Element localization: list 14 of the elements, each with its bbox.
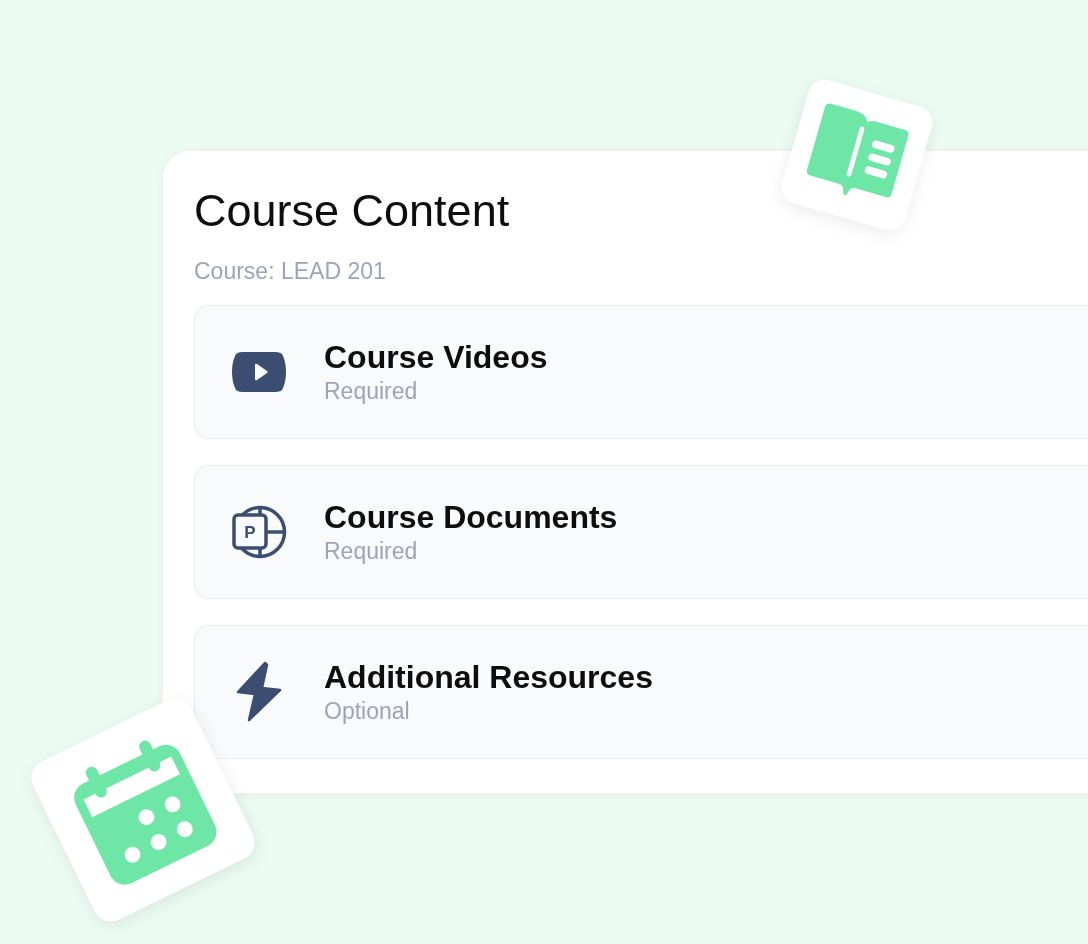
content-section-item[interactable]: Course Videos Required [194,305,1088,439]
section-title: Course Documents [324,501,618,533]
section-status: Optional [324,700,411,723]
lightning-bolt-icon [236,661,282,723]
content-section-item[interactable]: Additional Resources Optional [194,625,1088,759]
section-title: Additional Resources [324,661,653,693]
section-title: Course Videos [324,341,548,373]
video-play-icon [231,351,287,393]
section-status: Required [324,380,419,403]
section-status: Required [324,540,419,563]
course-code-text: Course: LEAD 201 [194,260,387,283]
card-title: Course Content [194,188,511,233]
presentation-icon: P [231,504,287,560]
content-section-item[interactable]: P Course Documents Required [194,465,1088,599]
